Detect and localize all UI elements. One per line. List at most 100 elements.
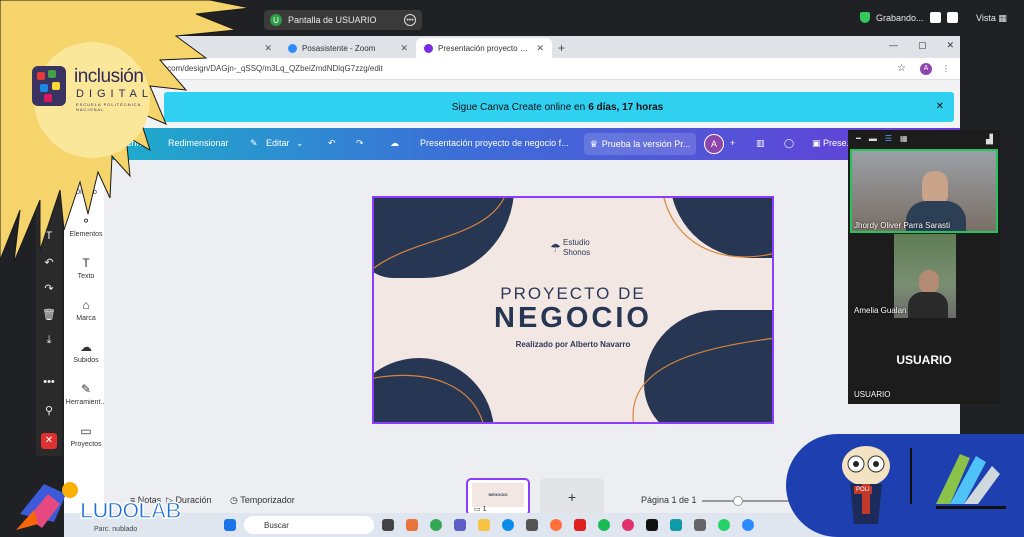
profile-avatar[interactable]: A	[920, 62, 932, 75]
taskbar-search[interactable]: Buscar	[244, 516, 374, 534]
fis-logo-graphic	[936, 454, 1006, 509]
teams-icon[interactable]	[454, 519, 466, 531]
add-collaborator-icon[interactable]: +	[730, 138, 735, 148]
sidebar-label: Subidos	[73, 357, 99, 364]
user-avatar[interactable]: A	[704, 134, 724, 154]
app-icon[interactable]	[622, 519, 634, 531]
speaker-view-icon[interactable]: ▬	[869, 134, 877, 143]
close-annotation-icon[interactable]: ✕	[41, 433, 57, 449]
participant-face	[919, 270, 939, 294]
person-icon[interactable]: ⚲	[36, 404, 62, 417]
zoom-slider-knob[interactable]	[733, 496, 743, 506]
windows-start-icon[interactable]	[224, 519, 236, 531]
close-window-icon[interactable]: ✕	[946, 40, 954, 51]
redo-icon[interactable]: ↷	[36, 282, 62, 295]
ludolab-mascot-graphic	[16, 482, 78, 530]
brand-line-2: Shonos	[563, 248, 591, 257]
poli-tag: POLI	[854, 486, 872, 494]
owl-mascot-graphic	[842, 446, 890, 524]
canva-favicon	[424, 43, 433, 53]
view-label: Vista	[976, 13, 996, 23]
tab-zoom[interactable]: Posasistente - Zoom ✕	[280, 38, 416, 58]
brand-line-1: Estudio	[563, 238, 590, 247]
logo-divider	[910, 448, 912, 504]
app-icon[interactable]	[670, 519, 682, 531]
strip-view-icon[interactable]: ☰	[885, 134, 892, 143]
redo-icon[interactable]: ↷	[356, 138, 364, 149]
zoom-app-icon[interactable]	[742, 519, 754, 531]
tab-canva[interactable]: Presentación proyecto de neg... ✕	[416, 38, 552, 58]
minimize-icon[interactable]: —	[889, 40, 898, 51]
download-icon[interactable]: ⤓	[36, 334, 62, 347]
gallery-view-icon[interactable]: ▦	[900, 134, 908, 143]
tools-icon: ✎	[80, 382, 92, 396]
clock-icon: ◷	[230, 495, 238, 505]
sidebar-item-tools[interactable]: ✎ Herramient...	[64, 382, 108, 406]
trash-icon[interactable]: 🗑	[36, 308, 62, 321]
slide-title-2: NEGOCIO	[494, 302, 652, 334]
camera-icon[interactable]	[694, 519, 706, 531]
participant-video[interactable]: Jhordy Oliver Parra Sarasti	[850, 149, 998, 233]
zoom-slider[interactable]	[702, 496, 792, 506]
undo-icon[interactable]: ↶	[328, 138, 336, 149]
chrome-icon[interactable]	[430, 519, 442, 531]
screen: U Pantalla de USUARIO ••• Grabando... Vi…	[0, 0, 1024, 537]
participant-name: Jhordy Oliver Parra Sarasti	[854, 221, 951, 230]
tiktok-icon[interactable]	[646, 519, 658, 531]
insights-icon[interactable]: ▥	[756, 138, 765, 149]
inclusion-digital-logo: inclusión DIGITAL ESCUELA POLITÉCNICA NA…	[32, 66, 160, 114]
tab-label: Presentación proyecto de neg...	[438, 43, 531, 53]
upload-icon: ☁	[80, 340, 92, 354]
edge-icon[interactable]	[502, 519, 514, 531]
zoom-share-indicator[interactable]: U Pantalla de USUARIO •••	[264, 10, 422, 30]
try-pro-label: Prueba la versión Pr...	[601, 139, 691, 149]
sidebar-item-brand[interactable]: ⌂ Marca	[64, 298, 108, 322]
cloud-save-icon[interactable]: ☁	[390, 138, 399, 149]
store-icon[interactable]	[526, 519, 538, 531]
bookmark-star-icon[interactable]: ☆	[897, 63, 906, 74]
page-indicator: Página 1 de 1	[641, 495, 697, 505]
slide-title-1: PROYECTO DE	[500, 284, 646, 303]
maximize-icon[interactable]: ▢	[918, 40, 927, 51]
timer-button[interactable]: ◷ Temporizador	[230, 495, 295, 506]
sidebar-item-projects[interactable]: ▭ Proyectos	[64, 424, 108, 448]
slide-canvas[interactable]: ☂ Estudio Shonos PROYECTO DE NEGOCIO Rea…	[372, 196, 774, 424]
firefox-icon[interactable]	[550, 519, 562, 531]
new-tab-button[interactable]: +	[552, 41, 571, 58]
tab-label: Posasistente - Zoom	[302, 43, 376, 53]
more-icon[interactable]: •••	[404, 14, 416, 26]
banner-countdown: 6 días, 17 horas	[588, 101, 664, 113]
search-label: Buscar	[264, 520, 289, 530]
inclusion-title: inclusión	[74, 66, 144, 87]
sidebar-item-uploads[interactable]: ☁ Subidos	[64, 340, 108, 364]
try-pro-button[interactable]: ♛ Prueba la versión Pr...	[584, 133, 696, 155]
slide-brand: ☂ Estudio Shonos	[550, 238, 590, 258]
file-explorer-icon[interactable]	[478, 519, 490, 531]
spotify-icon[interactable]	[598, 519, 610, 531]
close-tab-icon[interactable]: ✕	[400, 43, 408, 54]
chevron-down-icon[interactable]: ⌄	[296, 138, 304, 149]
close-banner-icon[interactable]: ✕	[936, 101, 944, 112]
participant-name: Amelia Gualan	[854, 306, 907, 315]
participant-body	[908, 292, 948, 318]
document-title[interactable]: Presentación proyecto de negocio f...	[420, 138, 569, 148]
recording-indicator: Grabando...	[860, 12, 958, 23]
brave-icon[interactable]	[406, 519, 418, 531]
stop-recording-button[interactable]	[946, 12, 958, 23]
brand-icon: ⌂	[82, 298, 90, 312]
comment-icon[interactable]: ◯	[784, 138, 794, 149]
minimize-icon[interactable]: ━	[856, 134, 861, 143]
browser-menu-icon[interactable]: ⋮	[942, 64, 950, 73]
umbrella-icon: ☂	[550, 241, 561, 255]
expand-panel-icon[interactable]: ▟	[986, 134, 993, 145]
sidebar-label: Marca	[76, 315, 96, 322]
more-icon[interactable]: •••	[36, 376, 62, 388]
youtube-icon[interactable]	[574, 519, 586, 531]
participant-face	[922, 171, 948, 205]
whatsapp-icon[interactable]	[718, 519, 730, 531]
close-tab-icon[interactable]: ✕	[536, 43, 544, 54]
view-menu-button[interactable]: Vista ▦	[976, 13, 1007, 24]
pause-recording-button[interactable]	[929, 12, 941, 23]
task-view-icon[interactable]	[382, 519, 394, 531]
zoom-favicon	[288, 43, 297, 53]
